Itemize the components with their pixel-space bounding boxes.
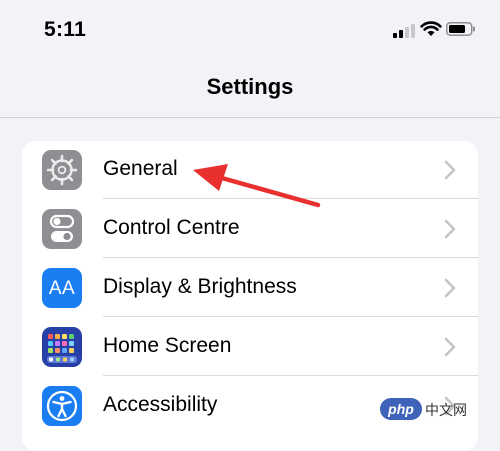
page-title: Settings — [206, 74, 294, 99]
chevron-right-icon — [444, 160, 456, 180]
wifi-icon — [420, 21, 442, 36]
settings-row-home-screen[interactable]: Home Screen — [22, 318, 478, 376]
text-size-icon: AA — [42, 268, 82, 308]
settings-row-label: Home Screen — [103, 334, 232, 357]
cellular-signal-icon — [393, 24, 415, 38]
settings-row-label: Display & Brightness — [103, 275, 297, 298]
chevron-right-icon — [444, 219, 456, 239]
row-divider — [103, 198, 478, 199]
row-divider — [103, 257, 478, 258]
status-time: 5:11 — [44, 18, 87, 41]
chevron-right-icon — [444, 337, 456, 357]
gear-icon — [42, 150, 82, 190]
php-logo: php — [380, 398, 422, 420]
status-bar: 5:11 — [0, 0, 500, 60]
settings-row-control-centre[interactable]: Control Centre — [22, 200, 478, 258]
app-grid-icon — [42, 327, 82, 367]
settings-row-display-brightness[interactable]: AA Display & Brightness — [22, 259, 478, 317]
watermark: php 中文网 — [380, 395, 490, 425]
settings-row-label: General — [103, 157, 178, 180]
row-divider — [103, 316, 478, 317]
battery-icon — [446, 22, 475, 36]
nav-divider — [0, 117, 500, 118]
row-divider — [103, 375, 478, 376]
accessibility-icon — [42, 386, 82, 426]
settings-row-general[interactable]: General — [22, 141, 478, 199]
watermark-text: 中文网 — [425, 403, 467, 419]
settings-row-label: Control Centre — [103, 216, 240, 239]
chevron-right-icon — [444, 278, 456, 298]
settings-row-label: Accessibility — [103, 393, 218, 416]
text-size-icon-glyph: AA — [48, 278, 76, 299]
toggles-icon — [42, 209, 82, 249]
